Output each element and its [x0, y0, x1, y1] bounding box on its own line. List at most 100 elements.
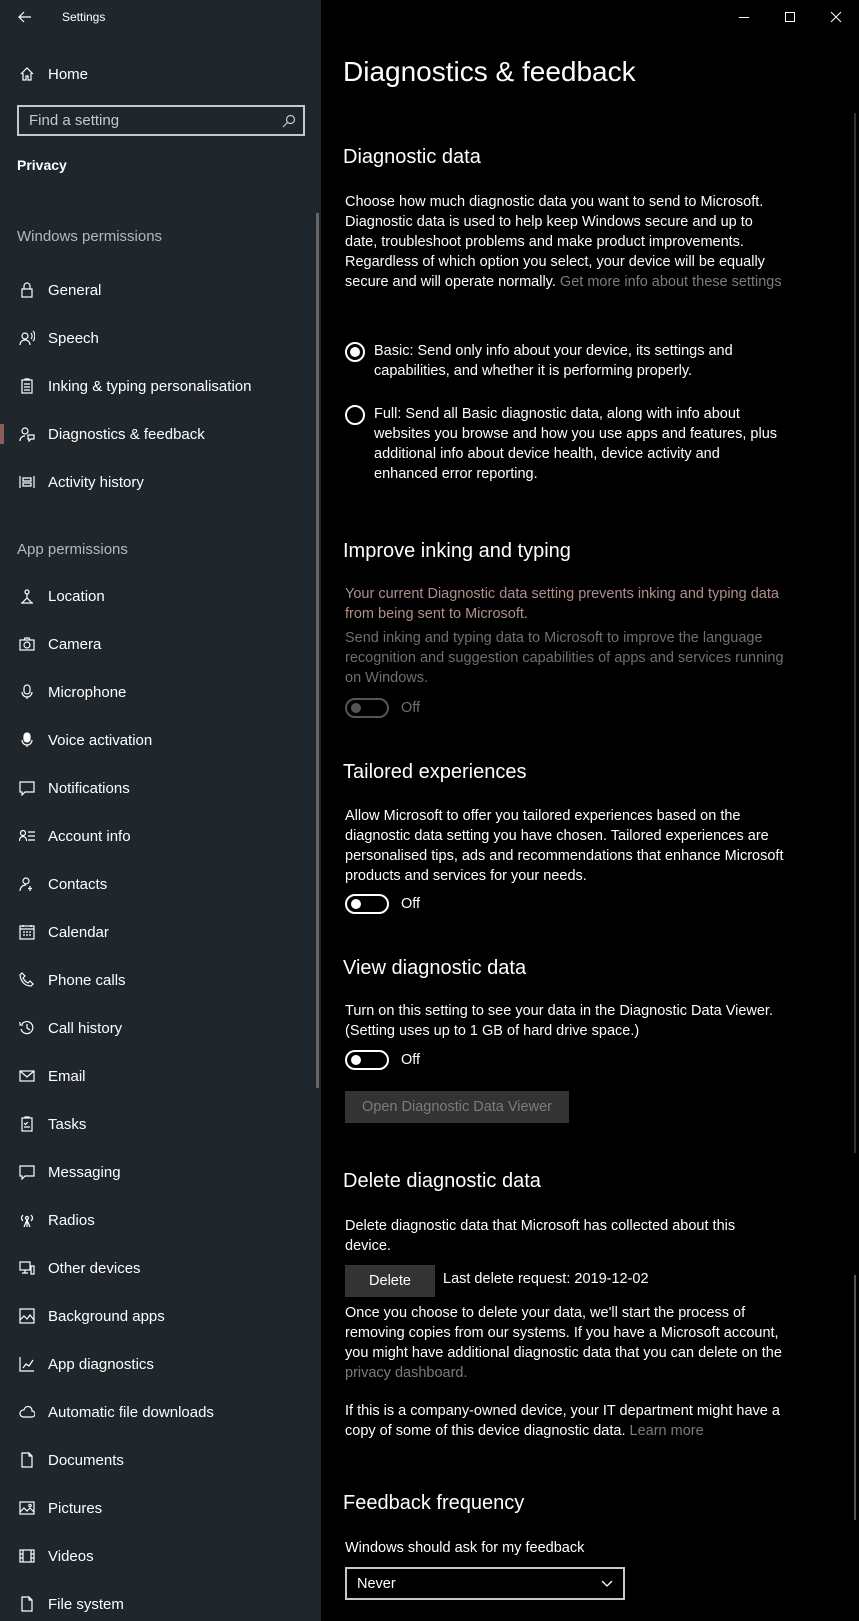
- nav-item-speech[interactable]: Speech: [0, 318, 315, 358]
- history-icon: [18, 1019, 36, 1037]
- nav-item-call-history[interactable]: Call history: [0, 1008, 315, 1048]
- nav-item-label: File system: [48, 1595, 124, 1613]
- inking-toggle[interactable]: [345, 698, 389, 718]
- learn-more-link[interactable]: Learn more: [630, 1423, 704, 1439]
- radio-full-indicator[interactable]: [345, 405, 365, 425]
- nav-item-activity-history[interactable]: Activity history: [0, 462, 315, 502]
- get-more-info-link[interactable]: Get more info about these settings: [560, 274, 782, 290]
- app-permissions-title: App permissions: [17, 541, 128, 558]
- nav-item-documents[interactable]: Documents: [0, 1440, 315, 1480]
- clipboard-icon: [18, 377, 36, 395]
- nav-item-automatic-file-downloads[interactable]: Automatic file downloads: [0, 1392, 315, 1432]
- tailored-description: Allow Microsoft to offer you tailored ex…: [345, 808, 784, 884]
- nav-item-label: General: [48, 281, 102, 299]
- nav-item-contacts[interactable]: Contacts: [0, 864, 315, 904]
- delete-button[interactable]: Delete: [345, 1265, 435, 1297]
- back-arrow-icon: [18, 11, 31, 23]
- search-icon[interactable]: [275, 107, 303, 134]
- messaging-icon: [18, 1163, 36, 1181]
- window-controls: [721, 0, 859, 34]
- radio-full[interactable]: Full: Send all Basic diagnostic data, al…: [345, 404, 785, 484]
- inking-toggle-label: Off: [401, 700, 421, 716]
- nav-item-label: Calendar: [48, 923, 109, 941]
- view-description: Turn on this setting to see your data in…: [345, 1003, 773, 1039]
- nav-item-videos[interactable]: Videos: [0, 1536, 315, 1576]
- nav-home-label: Home: [48, 65, 89, 83]
- nav-item-phone-calls[interactable]: Phone calls: [0, 960, 315, 1000]
- nav-item-label: App diagnostics: [48, 1355, 154, 1373]
- home-icon: [18, 65, 36, 83]
- lock-icon: [18, 281, 36, 299]
- radio-basic-indicator[interactable]: [345, 342, 365, 362]
- nav-item-camera[interactable]: Camera: [0, 624, 315, 664]
- nav-item-email[interactable]: Email: [0, 1056, 315, 1096]
- company-device-info: If this is a company-owned device, your …: [345, 1401, 785, 1441]
- nav-item-notifications[interactable]: Notifications: [0, 768, 315, 808]
- delete-info: Once you choose to delete your data, we'…: [345, 1303, 785, 1383]
- radio-icon: [18, 1211, 36, 1229]
- nav-item-messaging[interactable]: Messaging: [0, 1152, 315, 1192]
- sidebar-scrollbar[interactable]: [316, 213, 319, 1088]
- nav-item-microphone[interactable]: Microphone: [0, 672, 315, 712]
- close-button[interactable]: [813, 0, 859, 34]
- feedback-frequency-select[interactable]: Never: [345, 1567, 625, 1600]
- nav-item-label: Contacts: [48, 875, 108, 893]
- toggle-knob: [351, 899, 361, 909]
- titlebar: Settings: [0, 0, 321, 34]
- inking-description: Send inking and typing data to Microsoft…: [345, 630, 784, 686]
- calendar-icon: [18, 923, 36, 941]
- nav-item-location[interactable]: Location: [0, 576, 315, 616]
- page-title: Diagnostics & feedback: [343, 56, 636, 87]
- maximize-button[interactable]: [767, 0, 813, 34]
- nav-item-account-info[interactable]: Account info: [0, 816, 315, 856]
- back-button[interactable]: [0, 0, 50, 34]
- privacy-dashboard-link[interactable]: privacy dashboard.: [345, 1365, 468, 1381]
- view-toggle[interactable]: [345, 1050, 389, 1070]
- feedback-label: Windows should ask for my feedback: [345, 1540, 585, 1556]
- nav-item-background-apps[interactable]: Background apps: [0, 1296, 315, 1336]
- app-title: Settings: [62, 10, 106, 24]
- tailored-toggle[interactable]: [345, 894, 389, 914]
- main-scroll-track[interactable]: [854, 113, 856, 1153]
- nav-item-label: Background apps: [48, 1307, 165, 1325]
- nav-item-label: Inking & typing personalisation: [48, 377, 252, 395]
- search-input[interactable]: [19, 112, 275, 129]
- radio-basic[interactable]: Basic: Send only info about your device,…: [345, 341, 785, 381]
- company-device-text: If this is a company-owned device, your …: [345, 1403, 780, 1439]
- nav-item-diagnostics-feedback[interactable]: Diagnostics & feedback: [0, 414, 315, 454]
- nav-item-file-system[interactable]: File system: [0, 1584, 315, 1621]
- radio-selected-dot: [350, 347, 360, 357]
- email-icon: [18, 1067, 36, 1085]
- main-content: Diagnostics & feedback Diagnostic data C…: [321, 0, 859, 1621]
- nav-item-voice-activation[interactable]: Voice activation: [0, 720, 315, 760]
- nav-item-label: Email: [48, 1067, 86, 1085]
- nav-item-calendar[interactable]: Calendar: [0, 912, 315, 952]
- phone-icon: [18, 971, 36, 989]
- microphone-icon: [18, 683, 36, 701]
- nav-item-label: Microphone: [48, 683, 127, 701]
- inking-heading: Improve inking and typing: [343, 540, 571, 562]
- view-toggle-label: Off: [401, 1052, 421, 1068]
- open-diagnostic-viewer-button[interactable]: Open Diagnostic Data Viewer: [345, 1091, 569, 1123]
- last-delete-request: Last delete request: 2019-12-02: [443, 1271, 649, 1287]
- inking-toggle-row: Off: [345, 698, 420, 718]
- nav-item-label: Messaging: [48, 1163, 121, 1181]
- minimize-icon: [739, 17, 749, 18]
- nav-item-inking-typing[interactable]: Inking & typing personalisation: [0, 366, 315, 406]
- nav-item-pictures[interactable]: Pictures: [0, 1488, 315, 1528]
- feedback-selected-value: Never: [357, 1575, 396, 1592]
- nav-item-other-devices[interactable]: Other devices: [0, 1248, 315, 1288]
- nav-item-tasks[interactable]: Tasks: [0, 1104, 315, 1144]
- pictures-icon: [18, 1499, 36, 1517]
- nav-item-radios[interactable]: Radios: [0, 1200, 315, 1240]
- tailored-heading: Tailored experiences: [343, 761, 527, 783]
- nav-item-label: Camera: [48, 635, 102, 653]
- nav-home[interactable]: Home: [0, 54, 321, 94]
- nav-item-general[interactable]: General: [0, 270, 315, 310]
- minimize-button[interactable]: [721, 0, 767, 34]
- main-scroll-thumb[interactable]: [854, 1275, 856, 1520]
- nav-item-label: Notifications: [48, 779, 130, 797]
- search-box[interactable]: [17, 105, 305, 136]
- nav-item-app-diagnostics[interactable]: App diagnostics: [0, 1344, 315, 1384]
- nav-item-label: Call history: [48, 1019, 123, 1037]
